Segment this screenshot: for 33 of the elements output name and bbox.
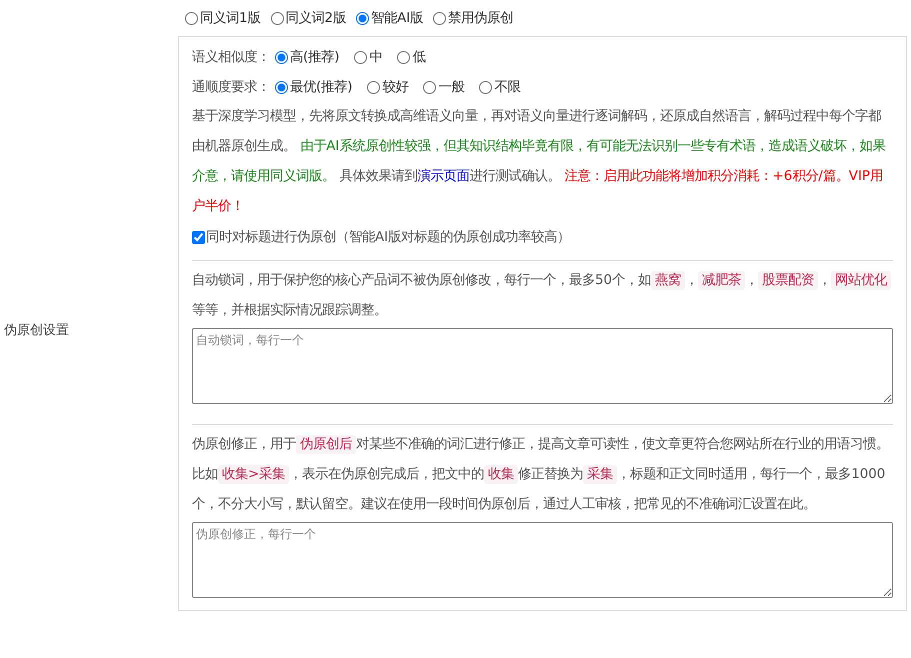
radio-button[interactable] [423, 80, 436, 94]
radio-label[interactable]: 一般 [438, 78, 464, 96]
radio-label[interactable]: 中 [369, 48, 382, 66]
demo-page-link[interactable]: 演示页面 [417, 169, 470, 184]
checkbox[interactable] [192, 230, 205, 244]
setting-label: 伪原创设置 [3, 322, 69, 339]
option-label: 通顺度要求： [192, 78, 270, 96]
radio-button[interactable] [270, 12, 284, 24]
corrections-field[interactable]: 伪原创修正，每行一个 [192, 522, 893, 598]
lock-words-description: 自动锁词，用于保护您的核心产品词不被伪原创修改，每行一个，最多50个，如 燕窝 ， 减肥茶 ， 股票配资 ， 网站优化 等等，并根据实际情况跟踪调整。 [192, 266, 893, 326]
radio-label[interactable]: 不限 [494, 78, 520, 96]
radio-label[interactable]: 低 [412, 48, 426, 66]
radio-button[interactable] [367, 80, 380, 94]
ai-description: 基于深度学习模型，先将原文转换成高维语义向量，再对语义向量进行逐词解码，还原成自然语言，解码过程中每个字都由机器原创生成。 由于AI系统原创性较强，但其知识结构毕竟有限，有可能无法识别一些专有术语，造成语义破坏，如果介意，请使用同义词版。 具体效果请到演示页面进行测试确认。 注意：启用此功能将增加积分消耗：+6积分/篇。VIP用户半价！ [192, 108, 886, 216]
radio-label[interactable]: 同义词2版 [286, 9, 346, 27]
radio-button[interactable] [356, 12, 370, 24]
corrections-description: 伪原创修正，用于 伪原创后 对某些不准确的词汇进行修正，提高文章可读性，使文章更符合您网站所在行业的用语习惯。比如 收集>采集 ，表示在伪原创完成后，把文中的 收集 修正替换为 采集 ，标题和正文同时适用，每行一个，最多1000个，不分大小写，默认留空。建议在使用一段时间伪原创后，通过人工审核，把常见的不准确词汇设置在此。 [192, 434, 890, 514]
radio-label[interactable]: 较好 [382, 78, 408, 96]
radio-button[interactable] [433, 12, 446, 24]
radio-button[interactable] [275, 80, 288, 94]
radio-button[interactable] [354, 50, 368, 64]
radio-label[interactable]: 高(推荐) [290, 48, 340, 66]
radio-button[interactable] [397, 50, 410, 64]
option-label: 语义相似度： [192, 48, 270, 66]
radio-label[interactable]: 智能AI版 [371, 9, 424, 27]
radio-label[interactable]: 同义词1版 [200, 9, 261, 27]
lock-words-field[interactable]: 自动锁词，每行一个 [192, 328, 893, 404]
radio-button[interactable] [275, 50, 288, 64]
radio-button[interactable] [479, 80, 492, 94]
checkbox-label[interactable]: 同时对标题进行伪原创（智能AI版对标题的伪原创成功率较高） [206, 228, 570, 246]
radio-button[interactable] [185, 12, 198, 24]
radio-label[interactable]: 最优(推荐) [290, 78, 352, 96]
radio-label[interactable]: 禁用伪原创 [448, 9, 514, 27]
